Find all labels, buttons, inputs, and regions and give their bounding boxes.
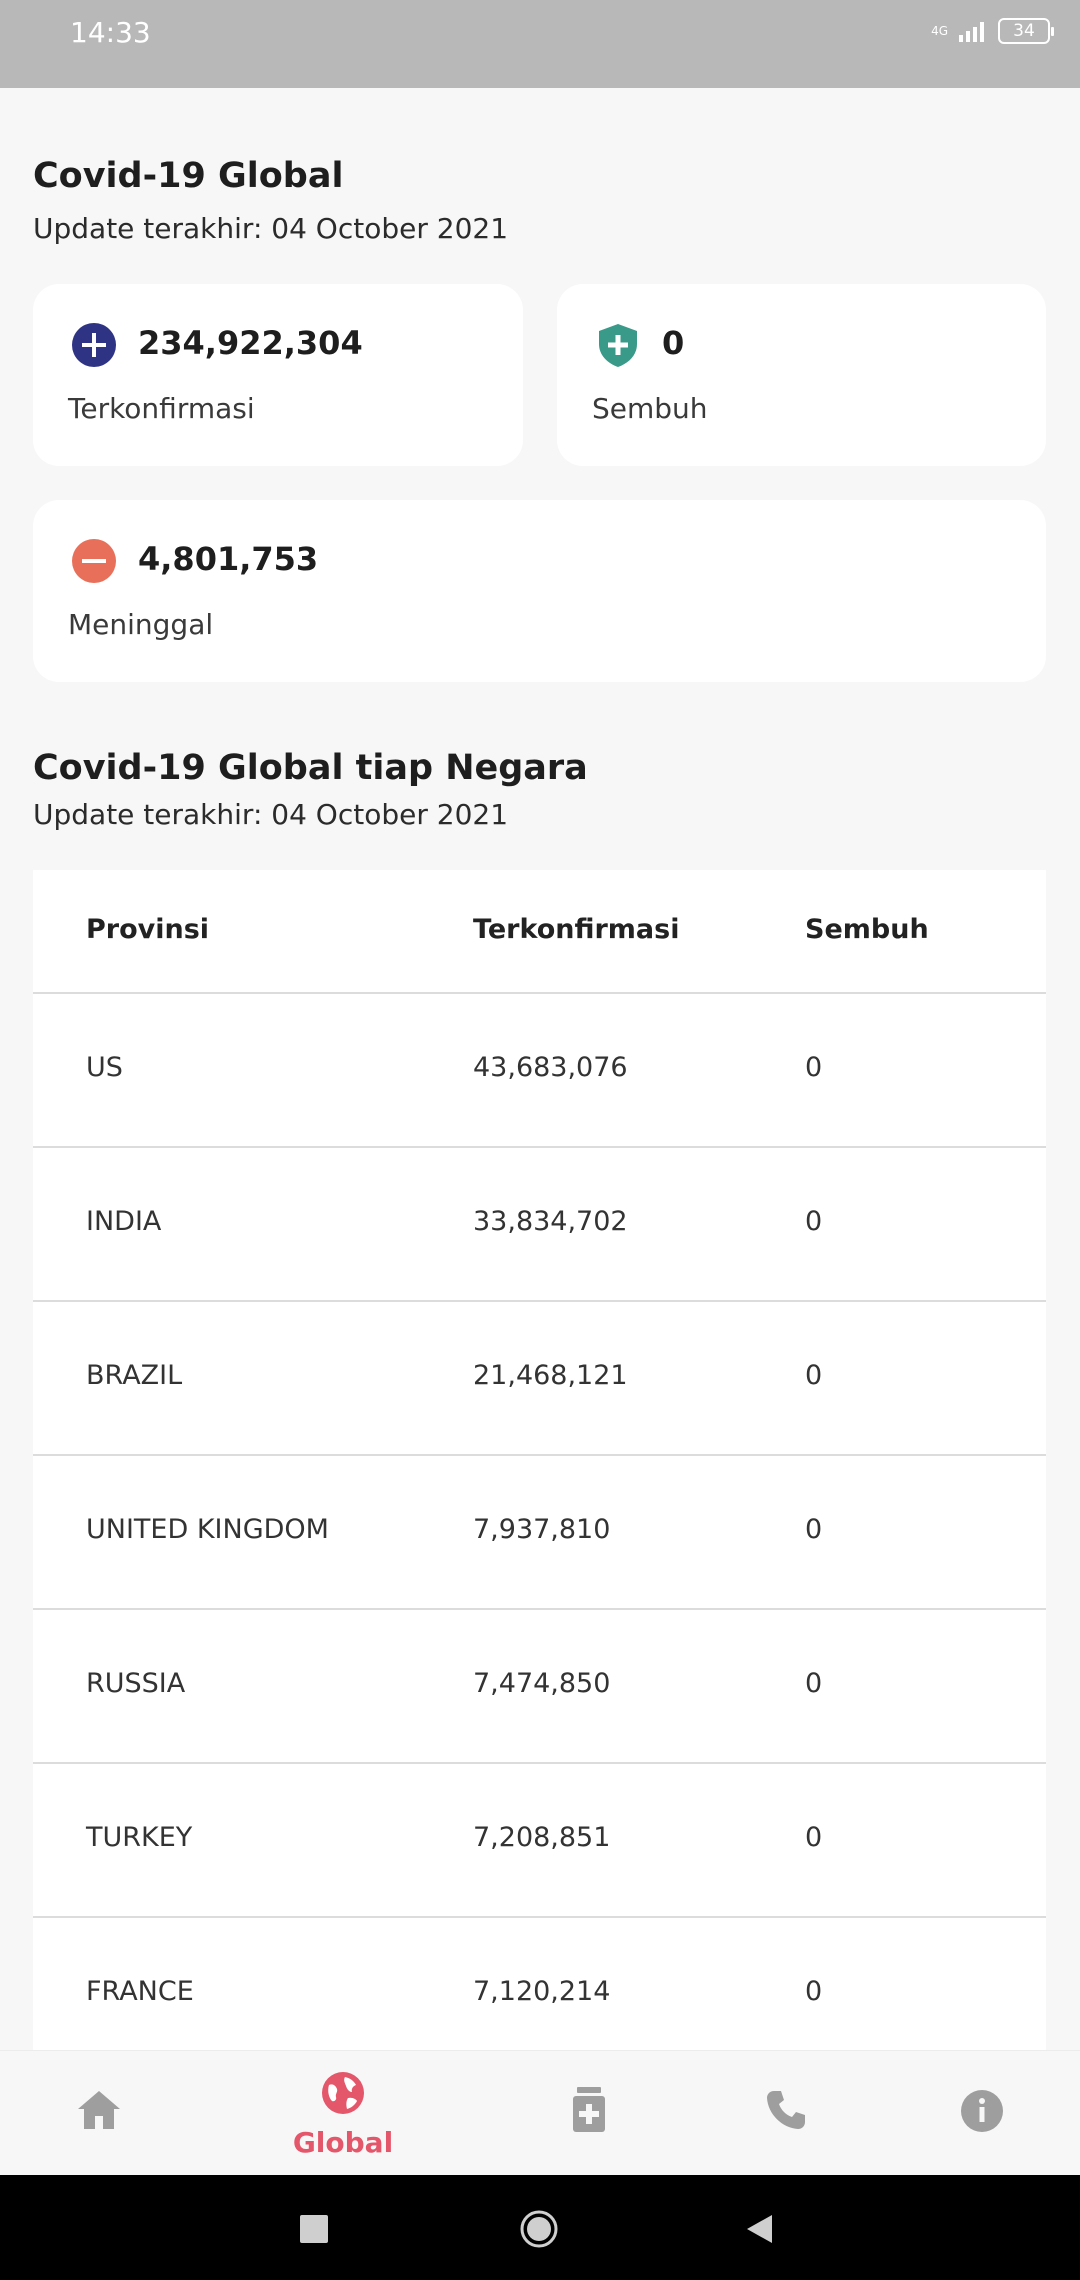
header-sembuh: Sembuh: [805, 914, 929, 945]
home-icon: [78, 2091, 120, 2129]
battery-icon: 34: [998, 18, 1054, 44]
minus-circle-icon: [72, 539, 116, 583]
global-updated: Update terakhir: 04 October 2021: [33, 212, 509, 245]
status-icons: 4G 34: [931, 18, 1054, 44]
header-provinsi: Provinsi: [86, 914, 210, 945]
country-confirmed: 7,120,214: [473, 1976, 611, 2007]
globe-icon: [322, 2072, 364, 2114]
country-confirmed: 7,208,851: [473, 1822, 611, 1853]
country-name: US: [86, 1052, 123, 1083]
table-row[interactable]: INDIA 33,834,702 0: [33, 1148, 1046, 1302]
main-content[interactable]: Covid-19 Global Update terakhir: 04 Octo…: [0, 88, 1080, 2050]
country-confirmed: 43,683,076: [473, 1052, 628, 1083]
header-terkonfirmasi: Terkonfirmasi: [473, 914, 680, 945]
confirmed-value: 234,922,304: [138, 324, 363, 362]
country-name: UNITED KINGDOM: [86, 1514, 329, 1545]
nav-info[interactable]: [922, 2051, 1042, 2176]
confirmed-card: 234,922,304 Terkonfirmasi: [33, 284, 523, 466]
bottom-nav: Global: [0, 2050, 1080, 2175]
table-row[interactable]: RUSSIA 7,474,850 0: [33, 1610, 1046, 1764]
table-row[interactable]: UNITED KINGDOM 7,937,810 0: [33, 1456, 1046, 1610]
phone-icon: [767, 2091, 805, 2129]
back-button[interactable]: [744, 2213, 774, 2245]
status-bar: 14:33 4G 34: [0, 0, 1080, 88]
countries-updated: Update terakhir: 04 October 2021: [33, 798, 509, 831]
nav-home[interactable]: [38, 2051, 158, 2176]
country-confirmed: 21,468,121: [473, 1360, 628, 1391]
network-type: 4G: [931, 24, 948, 38]
country-name: BRAZIL: [86, 1360, 183, 1391]
shield-plus-icon: [599, 324, 637, 367]
country-name: RUSSIA: [86, 1668, 186, 1699]
table-row[interactable]: FRANCE 7,120,214 0: [33, 1918, 1046, 2050]
country-name: INDIA: [86, 1206, 162, 1237]
recovered-card: 0 Sembuh: [557, 284, 1046, 466]
country-recovered: 0: [805, 1976, 823, 2007]
countries-title: Covid-19 Global tiap Negara: [33, 748, 588, 788]
recent-apps-button[interactable]: [300, 2215, 328, 2243]
country-recovered: 0: [805, 1514, 823, 1545]
deaths-label: Meninggal: [68, 608, 214, 641]
country-recovered: 0: [805, 1206, 823, 1237]
country-name: TURKEY: [86, 1822, 193, 1853]
deaths-value: 4,801,753: [138, 540, 319, 578]
country-confirmed: 7,474,850: [473, 1668, 611, 1699]
global-title: Covid-19 Global: [33, 156, 344, 196]
system-nav-bar: [0, 2175, 1080, 2280]
table-row[interactable]: BRAZIL 21,468,121 0: [33, 1302, 1046, 1456]
nav-phone[interactable]: [725, 2051, 845, 2176]
medicine-icon: [573, 2087, 605, 2132]
country-recovered: 0: [805, 1052, 823, 1083]
recovered-label: Sembuh: [592, 392, 708, 425]
status-time: 14:33: [70, 16, 151, 49]
country-name: FRANCE: [86, 1976, 194, 2007]
table-header: Provinsi Terkonfirmasi Sembuh: [33, 870, 1046, 994]
table-row[interactable]: TURKEY 7,208,851 0: [33, 1764, 1046, 1918]
home-button[interactable]: [519, 2209, 559, 2249]
nav-medicine[interactable]: [529, 2051, 649, 2176]
country-confirmed: 33,834,702: [473, 1206, 628, 1237]
plus-circle-icon: [72, 323, 116, 367]
nav-global-label: Global: [292, 2126, 394, 2159]
recovered-value: 0: [662, 324, 685, 362]
confirmed-label: Terkonfirmasi: [68, 392, 255, 425]
country-confirmed: 7,937,810: [473, 1514, 611, 1545]
battery-level: 34: [1013, 21, 1035, 41]
info-icon: [961, 2090, 1003, 2132]
nav-global[interactable]: Global: [283, 2051, 403, 2176]
country-recovered: 0: [805, 1360, 823, 1391]
deaths-card: 4,801,753 Meninggal: [33, 500, 1046, 682]
country-recovered: 0: [805, 1668, 823, 1699]
countries-table[interactable]: Provinsi Terkonfirmasi Sembuh US 43,683,…: [33, 870, 1046, 2050]
table-row[interactable]: US 43,683,076 0: [33, 994, 1046, 1148]
signal-icon: [959, 22, 984, 42]
country-recovered: 0: [805, 1822, 823, 1853]
